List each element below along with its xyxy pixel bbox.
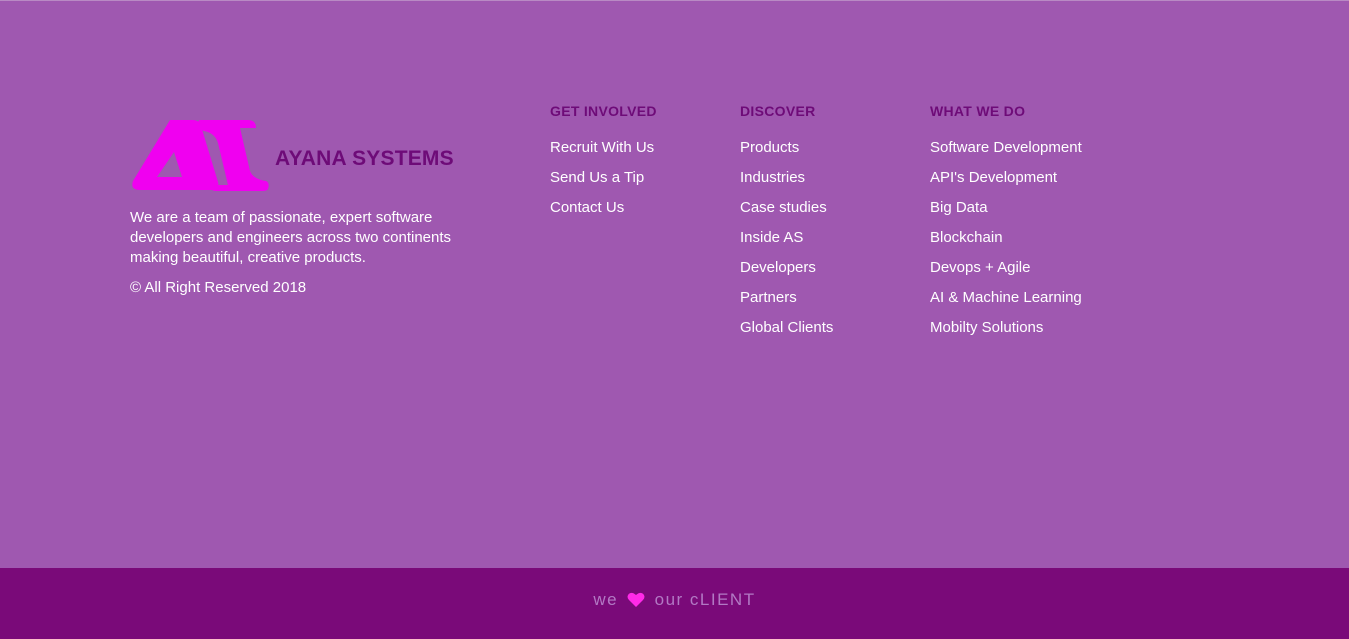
- link-list: Recruit With Us Send Us a Tip Contact Us: [550, 133, 657, 223]
- footer-link-global-clients[interactable]: Global Clients: [740, 313, 833, 343]
- footer-column-discover: DISCOVER Products Industries Case studie…: [740, 103, 833, 343]
- footer-link-recruit-with-us[interactable]: Recruit With Us: [550, 133, 657, 163]
- footer-link-mobility-solutions[interactable]: Mobilty Solutions: [930, 313, 1082, 343]
- column-heading: DISCOVER: [740, 103, 816, 119]
- tagline-we: we: [593, 590, 619, 609]
- footer-link-case-studies[interactable]: Case studies: [740, 193, 833, 223]
- heart-icon: [627, 592, 645, 607]
- link-list: Products Industries Case studies Inside …: [740, 133, 833, 343]
- footer-link-big-data[interactable]: Big Data: [930, 193, 1082, 223]
- footer-link-partners[interactable]: Partners: [740, 283, 833, 313]
- footer-link-blockchain[interactable]: Blockchain: [930, 223, 1082, 253]
- copyright-text: © All Right Reserved 2018: [130, 279, 307, 296]
- footer-link-industries[interactable]: Industries: [740, 163, 833, 193]
- brand-name: AYANA SYSTEMS: [275, 146, 454, 170]
- footer-link-apis-development[interactable]: API's Development: [930, 163, 1082, 193]
- footer-column-get-involved: GET INVOLVED Recruit With Us Send Us a T…: [550, 103, 657, 223]
- brand-block: AYANA SYSTEMS We are a team of passionat…: [130, 119, 490, 298]
- footer-link-software-development[interactable]: Software Development: [930, 133, 1082, 163]
- bottom-bar: we our cLIENT: [0, 568, 1349, 639]
- column-heading: WHAT WE DO: [930, 103, 1026, 119]
- tagline-our-client: our cLIENT: [654, 590, 756, 609]
- column-heading: GET INVOLVED: [550, 103, 657, 119]
- footer-link-send-us-a-tip[interactable]: Send Us a Tip: [550, 163, 657, 193]
- footer-link-devops-agile[interactable]: Devops + Agile: [930, 253, 1082, 283]
- footer-link-contact-us[interactable]: Contact Us: [550, 193, 657, 223]
- link-list: Software Development API's Development B…: [930, 133, 1082, 343]
- site-footer: AYANA SYSTEMS We are a team of passionat…: [0, 1, 1349, 568]
- footer-link-ai-machine-learning[interactable]: AI & Machine Learning: [930, 283, 1082, 313]
- tagline: we our cLIENT: [0, 590, 1349, 610]
- footer-link-products[interactable]: Products: [740, 133, 833, 163]
- footer-column-what-we-do: WHAT WE DO Software Development API's De…: [930, 103, 1082, 343]
- footer-link-inside-as[interactable]: Inside AS: [740, 223, 833, 253]
- brand-logo-row[interactable]: AYANA SYSTEMS: [130, 119, 490, 195]
- footer-link-developers[interactable]: Developers: [740, 253, 833, 283]
- about-text: We are a team of passionate, expert soft…: [130, 209, 452, 266]
- ayana-logo-icon: [132, 120, 269, 191]
